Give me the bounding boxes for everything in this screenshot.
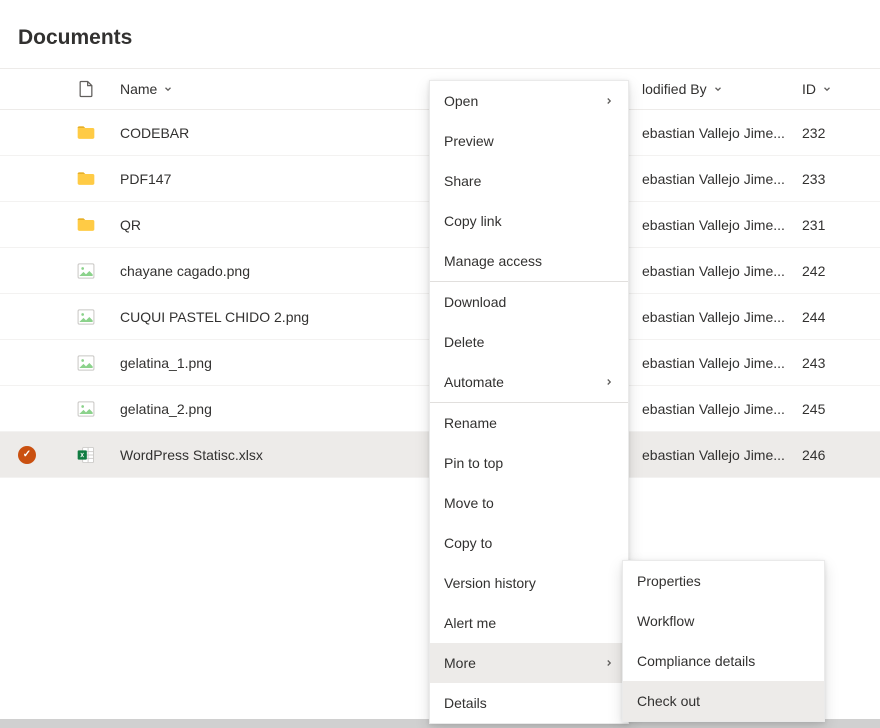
folder-icon: [76, 123, 120, 143]
file-name[interactable]: CODEBAR: [120, 125, 189, 141]
chevron-right-icon: [604, 374, 614, 390]
file-name[interactable]: CUQUI PASTEL CHIDO 2.png: [120, 309, 309, 325]
context-submenu: Properties Workflow Compliance details Chec…: [622, 560, 825, 722]
id-column-header[interactable]: ID: [802, 81, 880, 97]
image-icon: [76, 261, 120, 281]
name-header-label: Name: [120, 81, 157, 97]
menu-item-automate[interactable]: Automate: [430, 362, 628, 402]
menu-item-label: More: [444, 655, 476, 671]
menu-item-label: Copy link: [444, 213, 502, 229]
menu-item-label: Automate: [444, 374, 504, 390]
menu-item-label: Alert me: [444, 615, 496, 631]
submenu-item-label: Compliance details: [637, 653, 755, 669]
folder-icon: [76, 215, 120, 235]
menu-item-label: Download: [444, 294, 506, 310]
menu-item-delete[interactable]: Delete: [430, 322, 628, 362]
id-value: 245: [802, 401, 825, 417]
file-name[interactable]: PDF147: [120, 171, 171, 187]
modified-by-value: ebastian Vallejo Jime...: [642, 309, 785, 325]
menu-item-label: Version history: [444, 575, 536, 591]
submenu-item-label: Workflow: [637, 613, 694, 629]
id-value: 243: [802, 355, 825, 371]
image-icon: [76, 353, 120, 373]
submenu-item-workflow[interactable]: Workflow: [623, 601, 824, 641]
modified-by-value: ebastian Vallejo Jime...: [642, 263, 785, 279]
id-header-label: ID: [802, 81, 816, 97]
file-icon: [76, 79, 96, 99]
modified-by-value: ebastian Vallejo Jime...: [642, 355, 785, 371]
menu-item-label: Details: [444, 695, 487, 711]
menu-item-copy-to[interactable]: Copy to: [430, 523, 628, 563]
menu-item-preview[interactable]: Preview: [430, 121, 628, 161]
modified-by-value: ebastian Vallejo Jime...: [642, 401, 785, 417]
excel-icon: [76, 445, 120, 465]
submenu-item-label: Properties: [637, 573, 701, 589]
chevron-right-icon: [604, 655, 614, 671]
menu-item-details[interactable]: Details: [430, 683, 628, 723]
menu-item-move-to[interactable]: Move to: [430, 483, 628, 523]
modified-by-value: ebastian Vallejo Jime...: [642, 171, 785, 187]
modified-by-column-header[interactable]: lodified By: [642, 81, 802, 97]
file-name[interactable]: chayane cagado.png: [120, 263, 250, 279]
submenu-item-properties[interactable]: Properties: [623, 561, 824, 601]
menu-item-label: Open: [444, 93, 478, 109]
row-select[interactable]: ✓: [18, 446, 76, 464]
id-value: 246: [802, 447, 825, 463]
submenu-item-label: Check out: [637, 693, 700, 709]
menu-item-label: Delete: [444, 334, 484, 350]
image-icon: [76, 399, 120, 419]
modified-by-value: ebastian Vallejo Jime...: [642, 447, 785, 463]
id-value: 244: [802, 309, 825, 325]
chevron-right-icon: [604, 93, 614, 109]
file-name[interactable]: QR: [120, 217, 141, 233]
menu-item-share[interactable]: Share: [430, 161, 628, 201]
file-name[interactable]: gelatina_2.png: [120, 401, 212, 417]
menu-item-open[interactable]: Open: [430, 81, 628, 121]
file-name[interactable]: gelatina_1.png: [120, 355, 212, 371]
menu-item-version-history[interactable]: Version history: [430, 563, 628, 603]
id-value: 242: [802, 263, 825, 279]
id-value: 232: [802, 125, 825, 141]
modified-by-header-label: lodified By: [642, 81, 707, 97]
chevron-down-icon: [163, 84, 173, 94]
menu-item-label: Copy to: [444, 535, 492, 551]
chevron-down-icon: [713, 84, 723, 94]
id-value: 233: [802, 171, 825, 187]
filetype-column[interactable]: [76, 79, 120, 99]
context-menu: Open Preview Share Copy link Manage access D…: [429, 80, 629, 724]
menu-item-download[interactable]: Download: [430, 282, 628, 322]
menu-item-manage-access[interactable]: Manage access: [430, 241, 628, 281]
menu-item-alert-me[interactable]: Alert me: [430, 603, 628, 643]
folder-icon: [76, 169, 120, 189]
file-name[interactable]: WordPress Statisc.xlsx: [120, 447, 263, 463]
menu-item-label: Preview: [444, 133, 494, 149]
submenu-item-compliance-details[interactable]: Compliance details: [623, 641, 824, 681]
modified-by-value: ebastian Vallejo Jime...: [642, 217, 785, 233]
id-value: 231: [802, 217, 825, 233]
menu-item-label: Rename: [444, 415, 497, 431]
menu-item-label: Share: [444, 173, 481, 189]
modified-by-value: ebastian Vallejo Jime...: [642, 125, 785, 141]
menu-item-more[interactable]: More: [430, 643, 628, 683]
menu-item-label: Move to: [444, 495, 494, 511]
menu-item-label: Pin to top: [444, 455, 503, 471]
chevron-down-icon: [822, 84, 832, 94]
submenu-item-check-out[interactable]: Check out: [623, 681, 824, 721]
menu-item-pin-to-top[interactable]: Pin to top: [430, 443, 628, 483]
menu-item-copy-link[interactable]: Copy link: [430, 201, 628, 241]
menu-item-rename[interactable]: Rename: [430, 403, 628, 443]
image-icon: [76, 307, 120, 327]
page-title: Documents: [0, 0, 880, 68]
menu-item-label: Manage access: [444, 253, 542, 269]
